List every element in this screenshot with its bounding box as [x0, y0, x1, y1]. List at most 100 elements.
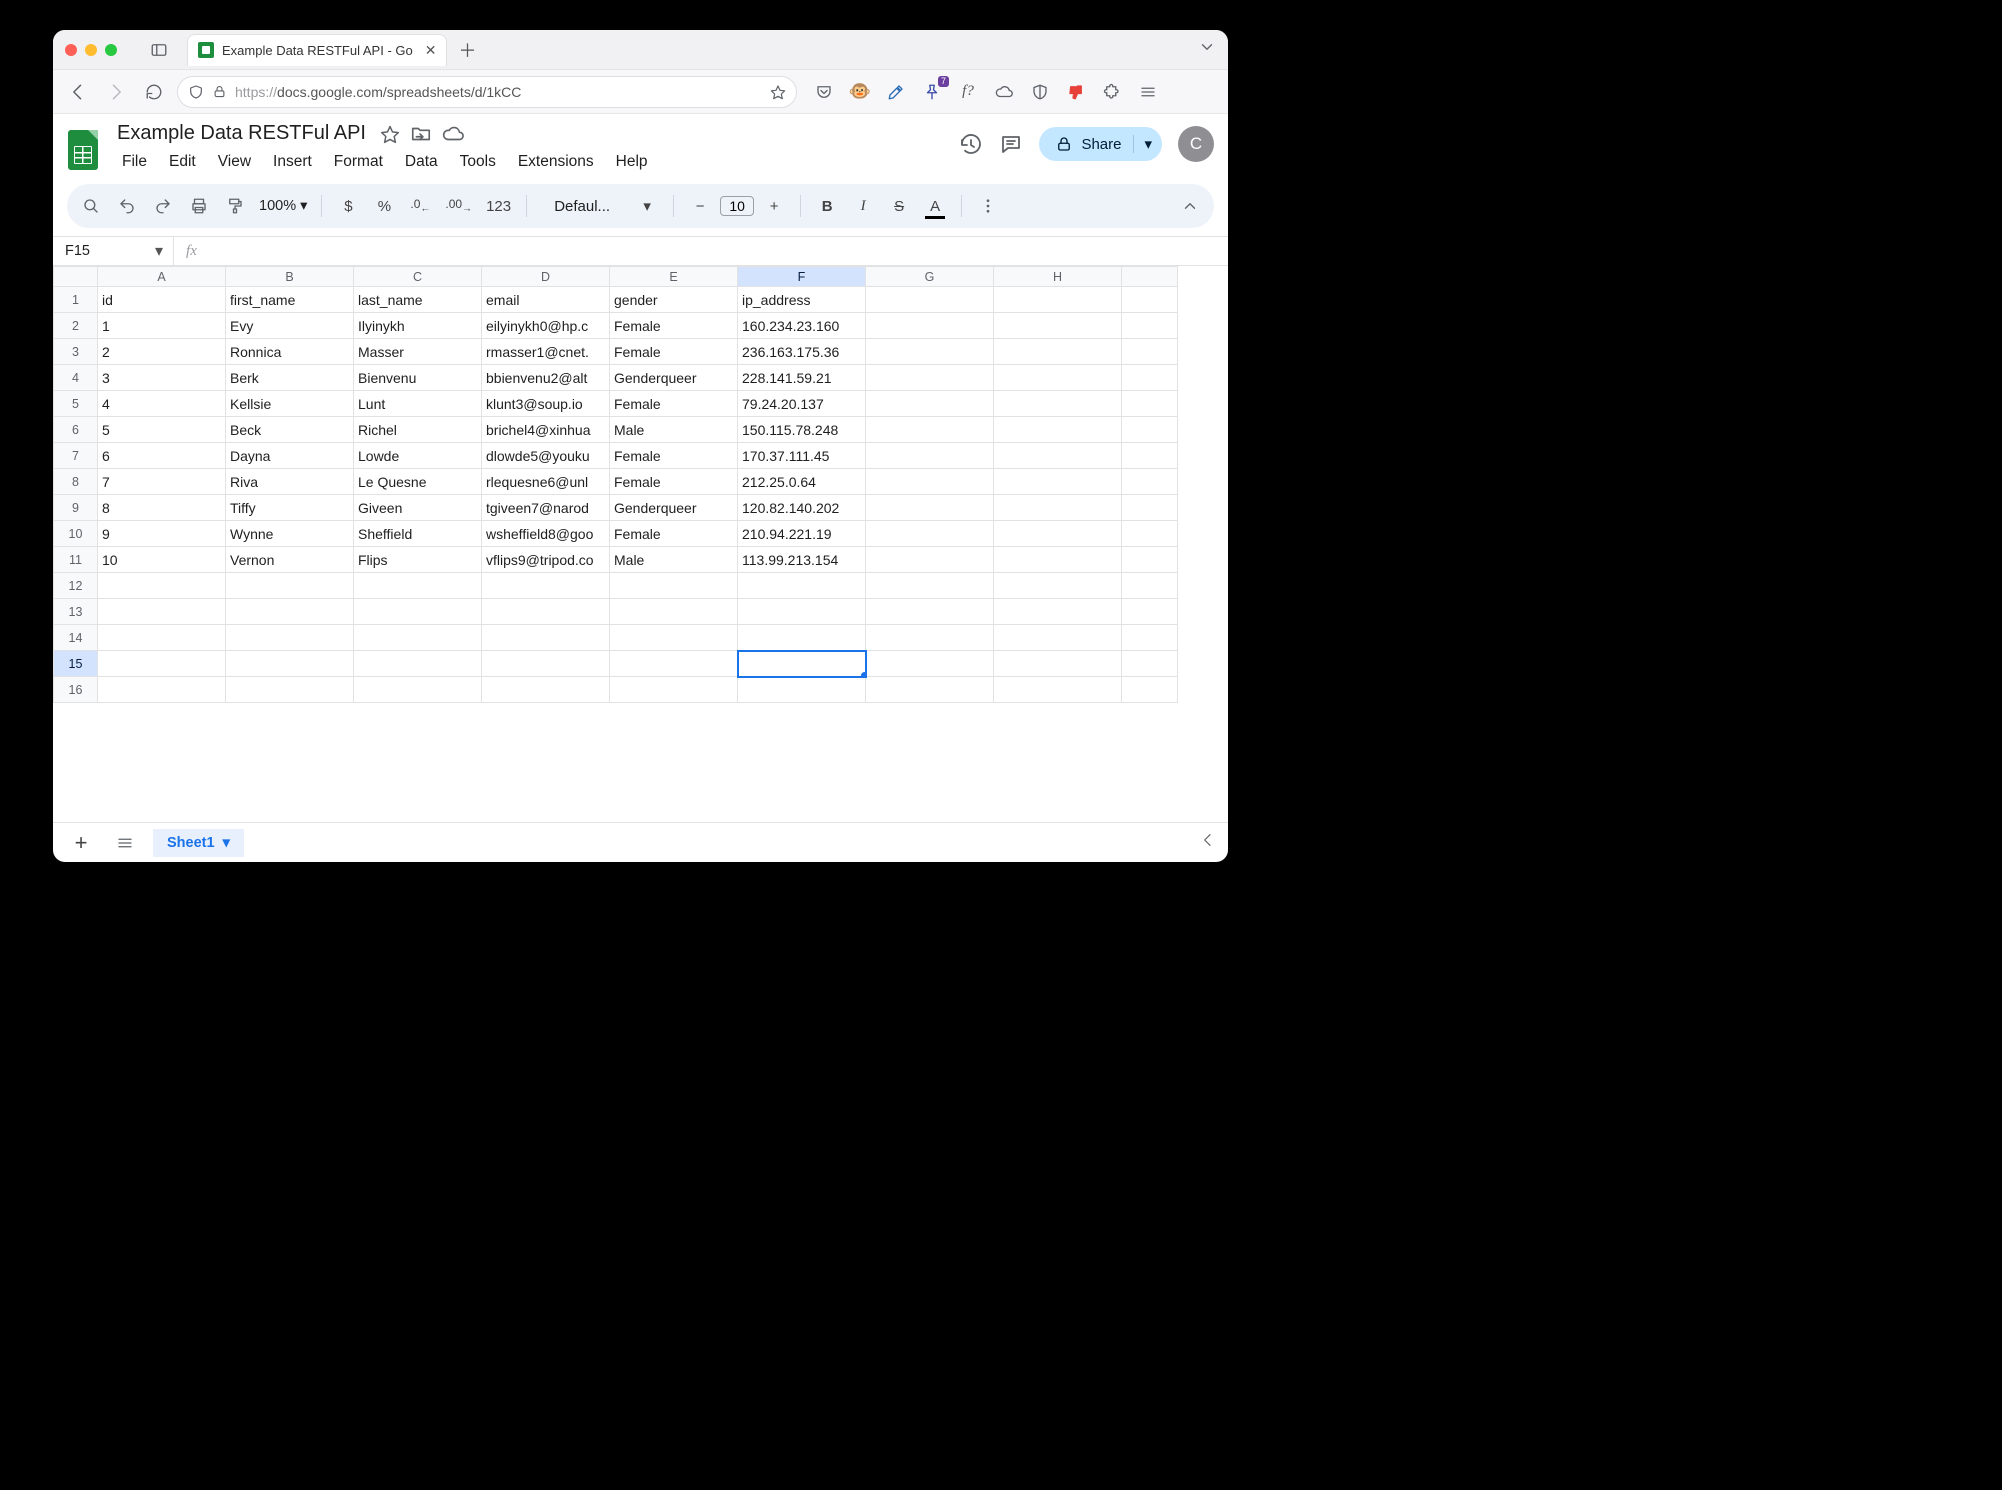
cell[interactable]: Female [610, 313, 738, 339]
text-color-button[interactable]: A [919, 190, 951, 222]
row-header[interactable]: 10 [54, 521, 98, 547]
share-dropdown-icon[interactable]: ▾ [1133, 135, 1152, 153]
cell[interactable] [1122, 651, 1178, 677]
pin-icon[interactable]: 7 [921, 81, 943, 103]
col-header-C[interactable]: C [354, 267, 482, 287]
col-header-H[interactable]: H [994, 267, 1122, 287]
nav-forward-button[interactable] [101, 77, 131, 107]
cell[interactable]: Tiffy [226, 495, 354, 521]
font-size-decrease[interactable]: − [684, 190, 716, 222]
row-header[interactable]: 3 [54, 339, 98, 365]
menu-format[interactable]: Format [325, 149, 392, 175]
cell[interactable]: wsheffield8@goo [482, 521, 610, 547]
col-header-E[interactable]: E [610, 267, 738, 287]
col-header-G[interactable]: G [866, 267, 994, 287]
cell[interactable]: Flips [354, 547, 482, 573]
cell[interactable]: Lowde [354, 443, 482, 469]
cell[interactable] [226, 573, 354, 599]
collapse-toolbar-icon[interactable] [1174, 190, 1206, 222]
cell[interactable] [994, 339, 1122, 365]
cell[interactable] [1122, 547, 1178, 573]
cell[interactable]: last_name [354, 287, 482, 313]
menu-help[interactable]: Help [607, 149, 657, 175]
decrease-decimal-button[interactable]: .0← [404, 190, 436, 222]
cell[interactable]: 79.24.20.137 [738, 391, 866, 417]
cell[interactable]: Male [610, 417, 738, 443]
cell[interactable]: 160.234.23.160 [738, 313, 866, 339]
new-tab-button[interactable]: ＋ [453, 36, 481, 64]
minimize-window[interactable] [85, 44, 97, 56]
row-header[interactable]: 9 [54, 495, 98, 521]
cell[interactable] [866, 625, 994, 651]
cell[interactable] [994, 573, 1122, 599]
cell[interactable] [1122, 521, 1178, 547]
spreadsheet-grid[interactable]: ABCDEFGH1idfirst_namelast_nameemailgende… [53, 266, 1228, 822]
cell[interactable] [994, 599, 1122, 625]
cell[interactable]: 1 [98, 313, 226, 339]
cell[interactable] [226, 599, 354, 625]
search-menus-icon[interactable] [75, 190, 107, 222]
cell[interactable] [866, 547, 994, 573]
cell[interactable]: Richel [354, 417, 482, 443]
bold-button[interactable]: B [811, 190, 843, 222]
cell[interactable]: Bienvenu [354, 365, 482, 391]
cell[interactable]: Ronnica [226, 339, 354, 365]
cell[interactable] [1122, 443, 1178, 469]
cell[interactable]: 228.141.59.21 [738, 365, 866, 391]
cell[interactable] [482, 651, 610, 677]
cell[interactable]: klunt3@soup.io [482, 391, 610, 417]
row-header[interactable]: 8 [54, 469, 98, 495]
paint-format-button[interactable] [219, 190, 251, 222]
cell[interactable]: 10 [98, 547, 226, 573]
cell[interactable] [1122, 365, 1178, 391]
cell[interactable] [98, 573, 226, 599]
cell[interactable]: Giveen [354, 495, 482, 521]
move-folder-icon[interactable] [410, 123, 432, 145]
account-avatar[interactable]: C [1178, 126, 1214, 162]
cell[interactable]: Female [610, 339, 738, 365]
history-icon[interactable] [959, 132, 983, 156]
cell[interactable] [866, 599, 994, 625]
cell[interactable] [994, 677, 1122, 703]
cell[interactable] [994, 417, 1122, 443]
cloud-status-icon[interactable] [442, 123, 464, 145]
cell[interactable]: Female [610, 391, 738, 417]
row-header[interactable]: 13 [54, 599, 98, 625]
cell[interactable]: vflips9@tripod.co [482, 547, 610, 573]
extensions-puzzle-icon[interactable] [1101, 81, 1123, 103]
cell[interactable]: 150.115.78.248 [738, 417, 866, 443]
sheet-tab-menu-icon[interactable]: ▾ [223, 835, 230, 851]
cell[interactable] [1122, 625, 1178, 651]
cell[interactable] [866, 443, 994, 469]
cell[interactable]: 113.99.213.154 [738, 547, 866, 573]
ext-fquestion[interactable]: f? [957, 81, 979, 103]
thumbs-down-icon[interactable] [1065, 81, 1087, 103]
row-header[interactable]: 16 [54, 677, 98, 703]
cloud-icon[interactable] [993, 81, 1015, 103]
maximize-window[interactable] [105, 44, 117, 56]
cell[interactable] [354, 625, 482, 651]
row-header[interactable]: 14 [54, 625, 98, 651]
cell[interactable]: Lunt [354, 391, 482, 417]
cell[interactable] [866, 521, 994, 547]
font-size-input[interactable]: 10 [720, 196, 754, 216]
undo-button[interactable] [111, 190, 143, 222]
cell[interactable]: Riva [226, 469, 354, 495]
font-select[interactable]: Defaul... [537, 190, 627, 222]
cell[interactable]: 236.163.175.36 [738, 339, 866, 365]
more-toolbar-icon[interactable] [972, 190, 1004, 222]
cell[interactable]: 4 [98, 391, 226, 417]
row-header[interactable]: 5 [54, 391, 98, 417]
cell[interactable]: 170.37.111.45 [738, 443, 866, 469]
cell[interactable] [482, 573, 610, 599]
cell[interactable] [1122, 339, 1178, 365]
cell[interactable] [994, 651, 1122, 677]
cell[interactable] [866, 469, 994, 495]
cell[interactable]: 8 [98, 495, 226, 521]
cell[interactable] [738, 573, 866, 599]
cell[interactable]: Le Quesne [354, 469, 482, 495]
currency-button[interactable]: $ [332, 190, 364, 222]
cell[interactable] [866, 365, 994, 391]
menu-insert[interactable]: Insert [264, 149, 321, 175]
cell[interactable]: Kellsie [226, 391, 354, 417]
